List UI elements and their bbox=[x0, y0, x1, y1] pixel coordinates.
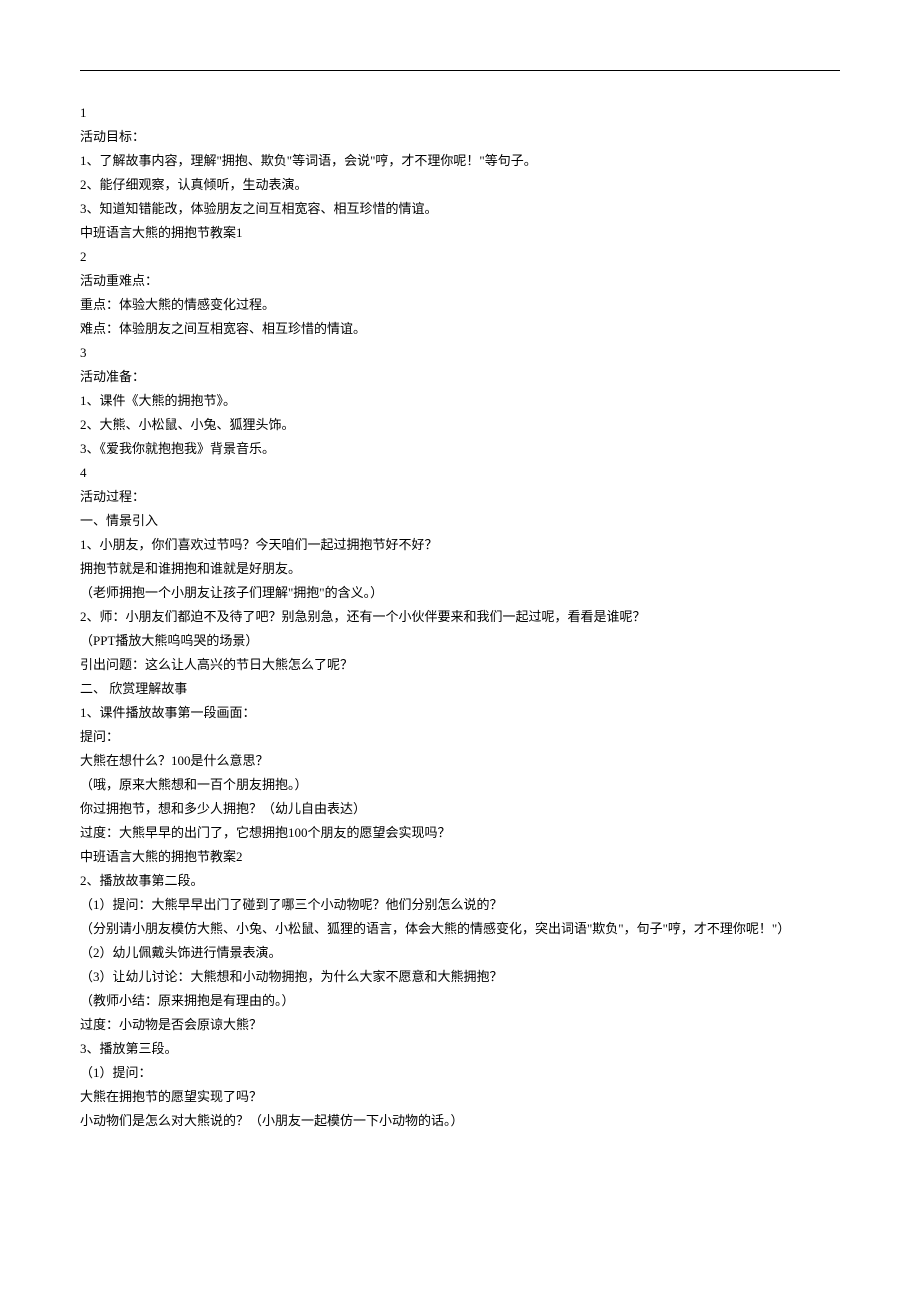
text-line: 2、能仔细观察，认真倾听，生动表演。 bbox=[80, 173, 840, 197]
text-line: 小动物们是怎么对大熊说的？（小朋友一起模仿一下小动物的话。） bbox=[80, 1109, 840, 1133]
text-line: （1）提问：大熊早早出门了碰到了哪三个小动物呢？他们分别怎么说的？ bbox=[80, 893, 840, 917]
text-line: 2 bbox=[80, 245, 840, 269]
text-line: 3、《爱我你就抱抱我》背景音乐。 bbox=[80, 437, 840, 461]
text-line: （1）提问： bbox=[80, 1061, 840, 1085]
text-line: 3、知道知错能改，体验朋友之间互相宽容、相互珍惜的情谊。 bbox=[80, 197, 840, 221]
text-line: 2、大熊、小松鼠、小兔、狐狸头饰。 bbox=[80, 413, 840, 437]
text-line: 中班语言大熊的拥抱节教案1 bbox=[80, 221, 840, 245]
text-line: （分别请小朋友模仿大熊、小兔、小松鼠、狐狸的语言，体会大熊的情感变化，突出词语"… bbox=[80, 917, 840, 941]
text-line: 拥抱节就是和谁拥抱和谁就是好朋友。 bbox=[80, 557, 840, 581]
text-line: 重点：体验大熊的情感变化过程。 bbox=[80, 293, 840, 317]
text-line: 4 bbox=[80, 461, 840, 485]
text-line: 2、师：小朋友们都迫不及待了吧？别急别急，还有一个小伙伴要来和我们一起过呢，看看… bbox=[80, 605, 840, 629]
text-line: （老师拥抱一个小朋友让孩子们理解"拥抱"的含义。） bbox=[80, 581, 840, 605]
text-line: 你过拥抱节，想和多少人拥抱？（幼儿自由表达） bbox=[80, 797, 840, 821]
text-line: 活动目标： bbox=[80, 125, 840, 149]
text-line: 3 bbox=[80, 341, 840, 365]
text-line: 3、播放第三段。 bbox=[80, 1037, 840, 1061]
header-rule bbox=[80, 70, 840, 71]
document-page: 1活动目标：1、了解故事内容，理解"拥抱、欺负"等词语，会说"哼，才不理你呢！"… bbox=[0, 0, 920, 1193]
text-line: （3）让幼儿讨论：大熊想和小动物拥抱，为什么大家不愿意和大熊拥抱？ bbox=[80, 965, 840, 989]
text-line: 2、播放故事第二段。 bbox=[80, 869, 840, 893]
text-line: 大熊在拥抱节的愿望实现了吗？ bbox=[80, 1085, 840, 1109]
text-line: 引出问题：这么让人高兴的节日大熊怎么了呢？ bbox=[80, 653, 840, 677]
text-line: 1、小朋友，你们喜欢过节吗？今天咱们一起过拥抱节好不好？ bbox=[80, 533, 840, 557]
text-line: 活动重难点： bbox=[80, 269, 840, 293]
text-line: 中班语言大熊的拥抱节教案2 bbox=[80, 845, 840, 869]
text-line: 1、了解故事内容，理解"拥抱、欺负"等词语，会说"哼，才不理你呢！"等句子。 bbox=[80, 149, 840, 173]
text-line: 提问： bbox=[80, 725, 840, 749]
text-line: 二、 欣赏理解故事 bbox=[80, 677, 840, 701]
text-line: 难点：体验朋友之间互相宽容、相互珍惜的情谊。 bbox=[80, 317, 840, 341]
text-line: 1、课件《大熊的拥抱节》。 bbox=[80, 389, 840, 413]
text-line: （教师小结：原来拥抱是有理由的。） bbox=[80, 989, 840, 1013]
text-line: 1 bbox=[80, 101, 840, 125]
text-line: 活动准备： bbox=[80, 365, 840, 389]
text-line: 大熊在想什么？100是什么意思？ bbox=[80, 749, 840, 773]
text-line: （2）幼儿佩戴头饰进行情景表演。 bbox=[80, 941, 840, 965]
document-body: 1活动目标：1、了解故事内容，理解"拥抱、欺负"等词语，会说"哼，才不理你呢！"… bbox=[80, 101, 840, 1133]
text-line: （哦，原来大熊想和一百个朋友拥抱。） bbox=[80, 773, 840, 797]
text-line: 过度：小动物是否会原谅大熊？ bbox=[80, 1013, 840, 1037]
text-line: （PPT播放大熊呜呜哭的场景） bbox=[80, 629, 840, 653]
text-line: 活动过程： bbox=[80, 485, 840, 509]
text-line: 一、情景引入 bbox=[80, 509, 840, 533]
text-line: 过度：大熊早早的出门了，它想拥抱100个朋友的愿望会实现吗？ bbox=[80, 821, 840, 845]
text-line: 1、课件播放故事第一段画面： bbox=[80, 701, 840, 725]
